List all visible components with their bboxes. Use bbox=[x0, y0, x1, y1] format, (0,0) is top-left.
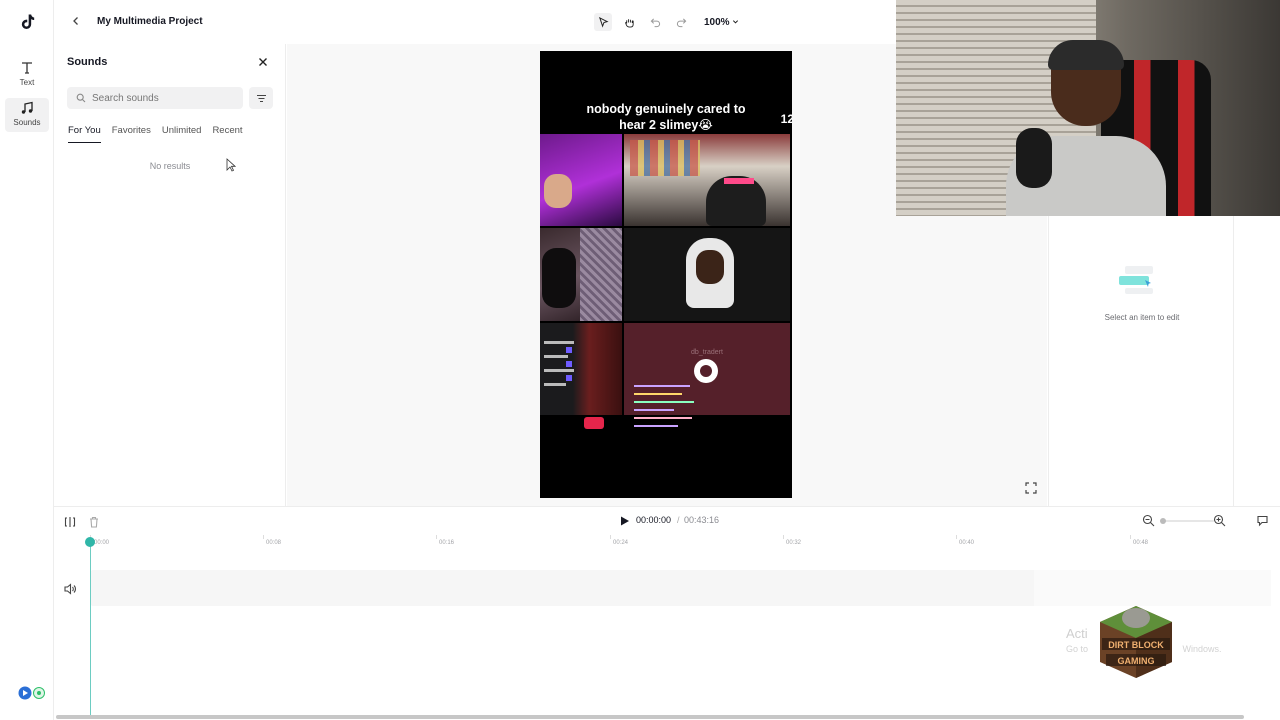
filter-icon bbox=[256, 94, 266, 102]
mouse-cursor-icon bbox=[226, 158, 236, 172]
ruler-tick: 00:32 bbox=[786, 540, 802, 546]
rail-item-text[interactable]: Text bbox=[5, 58, 49, 92]
chevron-left-icon bbox=[73, 17, 78, 25]
project-title[interactable]: My Multimedia Project bbox=[97, 16, 203, 27]
video-tile bbox=[540, 228, 622, 321]
video-tile bbox=[540, 323, 622, 415]
hand-tool-button[interactable] bbox=[620, 13, 638, 31]
ruler-tick: 00:08 bbox=[266, 540, 282, 546]
end-call-icon bbox=[584, 417, 604, 429]
extension-icon[interactable] bbox=[18, 686, 48, 700]
panel-title: Sounds bbox=[67, 56, 108, 68]
app-root: Text Sounds My Multimedia Project 100% S… bbox=[0, 0, 1280, 720]
rail-item-label: Sounds bbox=[13, 118, 41, 127]
zoom-out-icon[interactable] bbox=[1142, 514, 1155, 527]
canvas-tools: 100% bbox=[594, 12, 739, 32]
tab-recent[interactable]: Recent bbox=[212, 125, 242, 143]
music-note-icon bbox=[21, 101, 33, 114]
chevron-down-icon bbox=[733, 19, 739, 23]
hand-icon bbox=[624, 18, 634, 28]
video-tile bbox=[624, 134, 790, 226]
microphone-icon bbox=[1016, 128, 1052, 188]
select-tool-button[interactable] bbox=[594, 13, 612, 31]
video-tile bbox=[624, 228, 790, 321]
select-item-illustration-icon bbox=[1119, 266, 1153, 294]
time-separator: / bbox=[677, 515, 680, 525]
total-duration: 00:43:16 bbox=[684, 515, 720, 525]
ruler-tick: 00:24 bbox=[613, 540, 629, 546]
video-preview[interactable]: nobody genuinely cared to hear 2 slimey😭… bbox=[540, 51, 792, 498]
caption-line-2: hear 2 slimey😭 bbox=[619, 118, 713, 132]
rail-bottom-widgets bbox=[18, 686, 48, 705]
ruler-tick: 00:16 bbox=[439, 540, 455, 546]
ruler-tick: 00:48 bbox=[1133, 540, 1149, 546]
search-input[interactable] bbox=[92, 90, 237, 106]
text-icon bbox=[22, 62, 32, 74]
top-bar: My Multimedia Project 100% bbox=[54, 0, 896, 44]
webcam-overlay bbox=[896, 0, 1280, 216]
timeline-ruler[interactable]: 00:00 00:08 00:16 00:24 00:32 00:40 00:4… bbox=[90, 535, 1270, 549]
caption-line-1: nobody genuinely cared to bbox=[586, 102, 746, 116]
chat-line bbox=[634, 409, 674, 411]
play-icon[interactable] bbox=[617, 514, 631, 528]
timeline-zoom-slider[interactable] bbox=[1162, 520, 1214, 522]
fullscreen-icon[interactable] bbox=[1024, 481, 1038, 495]
tab-unlimited[interactable]: Unlimited bbox=[162, 125, 202, 143]
caption-overflow: 12 bbox=[780, 112, 792, 126]
windows-activation-title: Acti bbox=[1066, 626, 1088, 641]
playhead-line bbox=[90, 545, 91, 715]
tab-favorites[interactable]: Favorites bbox=[112, 125, 151, 143]
chat-line bbox=[634, 385, 690, 387]
chat-line bbox=[634, 393, 682, 395]
undo-button[interactable] bbox=[646, 13, 664, 31]
chat-line bbox=[634, 425, 678, 427]
svg-text:GAMING: GAMING bbox=[1118, 656, 1155, 666]
left-rail: Text Sounds bbox=[0, 0, 54, 720]
inspector-panel: Select an item to edit bbox=[1048, 216, 1234, 506]
trash-icon[interactable] bbox=[87, 515, 101, 529]
search-box bbox=[67, 87, 243, 109]
zoom-in-icon[interactable] bbox=[1213, 514, 1226, 527]
ruler-tick: 00:40 bbox=[959, 540, 975, 546]
timeline-zoom-handle[interactable] bbox=[1160, 518, 1166, 524]
close-icon[interactable] bbox=[257, 56, 269, 68]
chat-line bbox=[634, 417, 692, 419]
undo-icon bbox=[650, 17, 660, 27]
tiktok-logo-icon[interactable] bbox=[17, 12, 37, 32]
video-tile bbox=[540, 134, 622, 226]
zoom-level: 100% bbox=[704, 16, 730, 28]
back-button[interactable] bbox=[68, 14, 84, 30]
stream-tile-label: db_tradert bbox=[691, 349, 723, 356]
rail-item-sounds[interactable]: Sounds bbox=[5, 98, 49, 132]
stream-logo-icon bbox=[694, 359, 718, 383]
activation-sub-start: Go to bbox=[1066, 644, 1089, 654]
feedback-icon[interactable] bbox=[1256, 514, 1269, 527]
speaker-icon[interactable] bbox=[63, 582, 77, 596]
sounds-panel: Sounds For You Favorites Unlimited Recen… bbox=[54, 44, 286, 506]
tab-for-you[interactable]: For You bbox=[68, 125, 101, 143]
empty-results-message: No results bbox=[149, 161, 191, 171]
chat-line bbox=[634, 401, 694, 403]
svg-text:DIRT BLOCK: DIRT BLOCK bbox=[1108, 640, 1164, 650]
zoom-select[interactable]: 100% bbox=[704, 17, 739, 28]
dirt-block-gaming-logo: DIRT BLOCK GAMING bbox=[1100, 606, 1172, 678]
redo-button[interactable] bbox=[672, 13, 690, 31]
filter-button[interactable] bbox=[249, 87, 273, 109]
pointer-icon bbox=[598, 16, 609, 28]
timeline-scrollbar[interactable] bbox=[56, 715, 1244, 719]
ruler-tick: 00:00 bbox=[94, 540, 110, 546]
playhead-handle[interactable] bbox=[85, 537, 95, 547]
inspector-message: Select an item to edit bbox=[1104, 313, 1180, 322]
rail-item-label: Text bbox=[19, 78, 35, 87]
current-time: 00:00:00 bbox=[636, 515, 672, 525]
video-caption: nobody genuinely cared to hear 2 slimey😭… bbox=[540, 101, 792, 133]
activation-sub-end: Windows. bbox=[1182, 644, 1222, 654]
redo-icon bbox=[676, 17, 686, 27]
split-icon[interactable] bbox=[63, 515, 77, 529]
sounds-tabs: For You Favorites Unlimited Recent bbox=[68, 125, 243, 143]
audio-track-end bbox=[1034, 570, 1271, 606]
search-icon bbox=[76, 93, 86, 103]
